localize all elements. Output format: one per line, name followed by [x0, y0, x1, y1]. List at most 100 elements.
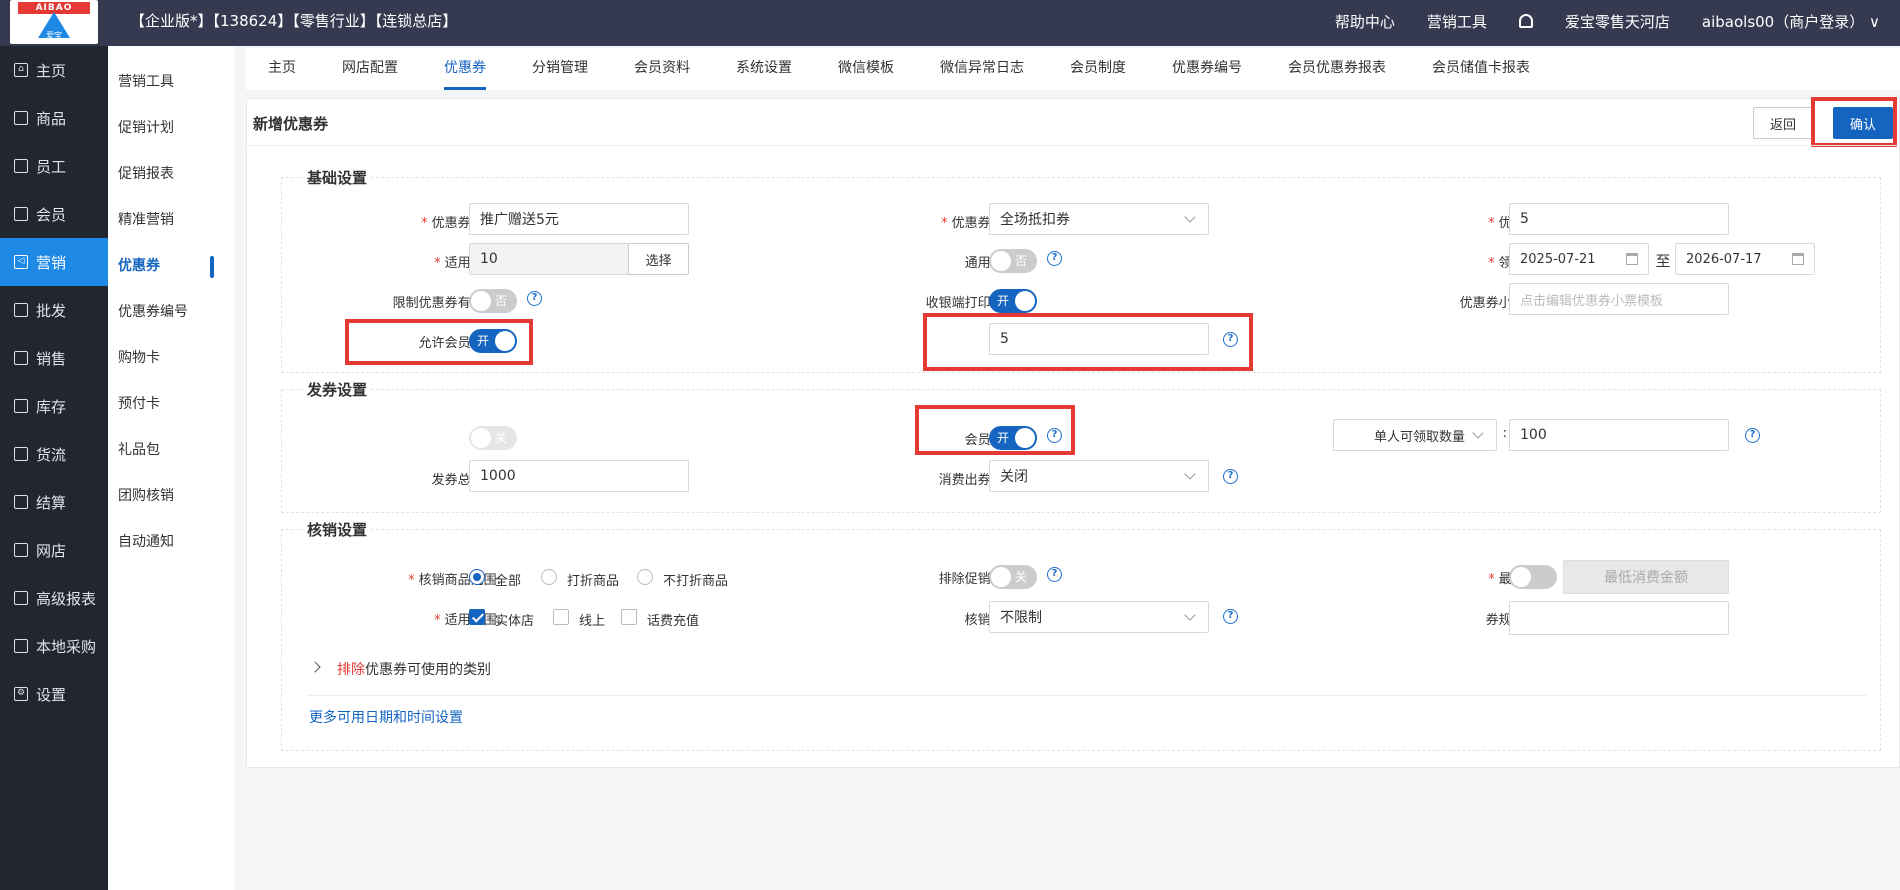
store-name[interactable]: 爱宝零售天河店: [1565, 11, 1670, 32]
tab-wechat-log[interactable]: 微信异常日志: [940, 48, 1024, 90]
subnav-item-group-buy[interactable]: 团购核销: [108, 472, 234, 518]
tab-distribution[interactable]: 分销管理: [532, 48, 588, 90]
tab-webstore-config[interactable]: 网店配置: [342, 48, 398, 90]
sidebar-item-home[interactable]: ⌂ 主页: [0, 46, 108, 94]
claim-date-from[interactable]: 2025-07-21: [1509, 243, 1649, 275]
aibao-logo[interactable]: AIBAO 爱宝: [10, 0, 98, 44]
subnav-item-gift-pack[interactable]: 礼品包: [108, 426, 234, 472]
sidebar-item-purchase[interactable]: 本地采购: [0, 622, 108, 670]
scope-nodiscount-label[interactable]: 不打折商品: [663, 570, 728, 589]
print-receipt-toggle[interactable]: 开: [989, 289, 1037, 313]
verify-type-select[interactable]: 不限制: [989, 601, 1209, 633]
scope-all-radio[interactable]: [469, 569, 485, 585]
sidebar-item-staff[interactable]: 员工: [0, 142, 108, 190]
required-mark: *: [421, 216, 428, 231]
scope-discount-radio[interactable]: [541, 569, 557, 585]
help-icon[interactable]: ?: [1745, 428, 1760, 443]
range-physical-checkbox[interactable]: [469, 609, 485, 625]
subnav-item-shopping-card[interactable]: 购物卡: [108, 334, 234, 380]
coupon-type-select[interactable]: 全场抵扣券: [989, 203, 1209, 235]
subnav-item-promo-plan[interactable]: 促销计划: [108, 104, 234, 150]
sidebar-item-marketing[interactable]: ◁ 营销: [0, 238, 108, 286]
sidebar-item-settings[interactable]: ⚙ 设置: [0, 670, 108, 718]
issue-settings-section: [281, 389, 1881, 513]
range-physical-label[interactable]: 实体店: [495, 610, 534, 629]
tab-member-coupon-report[interactable]: 会员优惠券报表: [1288, 48, 1386, 90]
purchase-icon: [14, 639, 28, 653]
tab-system-settings[interactable]: 系统设置: [736, 48, 792, 90]
sidebar-label: 销售: [36, 349, 67, 368]
sidebar-label: 结算: [36, 493, 67, 512]
required-mark: *: [408, 573, 415, 588]
range-topup-label[interactable]: 话费充值: [647, 610, 699, 629]
sidebar-item-logistics[interactable]: 货流: [0, 430, 108, 478]
marketing-tools-link[interactable]: 营销工具: [1427, 11, 1487, 32]
sidebar-label: 营销: [36, 253, 67, 272]
subnav-item-promo-report[interactable]: 促销报表: [108, 150, 234, 196]
inventory-icon: [14, 399, 28, 413]
sidebar-label: 库存: [36, 397, 67, 416]
sidebar-item-products[interactable]: 商品: [0, 94, 108, 142]
rule-desc-textarea[interactable]: [1509, 601, 1729, 635]
user-account[interactable]: aibaols00（商户登录） ∨: [1702, 11, 1880, 32]
exclude-promo-toggle[interactable]: 关: [989, 565, 1037, 589]
scope-discount-label[interactable]: 打折商品: [567, 570, 619, 589]
receipt-template-input[interactable]: 点击编辑优惠券小票模板: [1509, 283, 1729, 315]
bell-icon[interactable]: [1518, 14, 1533, 28]
tab-member-stored-card-report[interactable]: 会员储值卡报表: [1432, 48, 1530, 90]
sidebar-item-inventory[interactable]: 库存: [0, 382, 108, 430]
store-input[interactable]: 10: [469, 243, 629, 275]
coupon-name-input[interactable]: 推广赠送5元: [469, 203, 689, 235]
total-quantity-input[interactable]: 1000: [469, 460, 689, 492]
claim-limit-select[interactable]: 单人可领取数量: [1333, 419, 1497, 451]
subnav-item-auto-notify[interactable]: 自动通知: [108, 518, 234, 564]
tab-wechat-template[interactable]: 微信模板: [838, 48, 894, 90]
help-icon[interactable]: ?: [1047, 567, 1062, 582]
tab-home[interactable]: 主页: [268, 48, 296, 90]
scope-all-label[interactable]: 全部: [495, 570, 521, 589]
sidebar-item-settlement[interactable]: 结算: [0, 478, 108, 526]
tab-member-system[interactable]: 会员制度: [1070, 48, 1126, 90]
sidebar-item-reports[interactable]: 高级报表: [0, 574, 108, 622]
subnav-item-coupon[interactable]: 优惠券: [108, 242, 234, 288]
discount-amount-input[interactable]: 5: [1509, 203, 1729, 235]
validity-limit-toggle[interactable]: 否: [469, 289, 517, 313]
help-icon[interactable]: ?: [1223, 469, 1238, 484]
help-icon[interactable]: ?: [527, 291, 542, 306]
sidebar-item-sales[interactable]: 销售: [0, 334, 108, 382]
sale-toggle[interactable]: 关: [469, 426, 517, 450]
range-topup-checkbox[interactable]: [621, 609, 637, 625]
tab-coupon-code[interactable]: 优惠券编号: [1172, 48, 1242, 90]
sidebar-label: 员工: [36, 157, 67, 176]
generic-code-toggle[interactable]: 否: [989, 249, 1037, 273]
claim-date-to[interactable]: 2026-07-17: [1675, 243, 1815, 275]
tab-member-info[interactable]: 会员资料: [634, 48, 690, 90]
subnav-item-coupon-code[interactable]: 优惠券编号: [108, 288, 234, 334]
help-center-link[interactable]: 帮助中心: [1335, 11, 1395, 32]
wholesale-icon: [14, 303, 28, 317]
title-divider: [247, 145, 1899, 146]
scope-nodiscount-radio[interactable]: [637, 569, 653, 585]
exclude-category-toggle[interactable]: 排除优惠券可使用的类别: [337, 659, 491, 679]
subnav-item-prepaid[interactable]: 预付卡: [108, 380, 234, 426]
subnav-item-precision[interactable]: 精准营销: [108, 196, 234, 242]
store-select-button[interactable]: 选择: [628, 243, 689, 275]
sidebar-item-wholesale[interactable]: 批发: [0, 286, 108, 334]
tab-coupon[interactable]: 优惠券: [444, 48, 486, 90]
issue-channel-select[interactable]: 关闭: [989, 460, 1209, 492]
min-spend-toggle[interactable]: [1509, 565, 1557, 589]
help-icon[interactable]: ?: [1223, 609, 1238, 624]
sidebar-item-members[interactable]: 会员: [0, 190, 108, 238]
coupon-form-panel: 新增优惠券 返回 确认 基础设置 * 优惠券名称: 推广赠送5元 * 优惠券类型: …: [246, 97, 1900, 768]
main-sidebar: ⌂ 主页 商品 员工 会员 ◁ 营销 批发 销售 库存 货流 结算 网店 高级报表 …: [0, 46, 108, 890]
more-datetime-link[interactable]: 更多可用日期和时间设置: [309, 707, 463, 727]
min-spend-amount-button[interactable]: 最低消费金额: [1563, 560, 1729, 594]
subnav-item-tools[interactable]: 营销工具: [108, 58, 234, 104]
required-mark: *: [1488, 256, 1495, 271]
range-online-label[interactable]: 线上: [579, 610, 605, 629]
range-online-checkbox[interactable]: [553, 609, 569, 625]
sidebar-item-webstore[interactable]: 网店: [0, 526, 108, 574]
back-button[interactable]: 返回: [1753, 107, 1813, 139]
help-icon[interactable]: ?: [1047, 251, 1062, 266]
claim-limit-input[interactable]: 100: [1509, 419, 1729, 451]
